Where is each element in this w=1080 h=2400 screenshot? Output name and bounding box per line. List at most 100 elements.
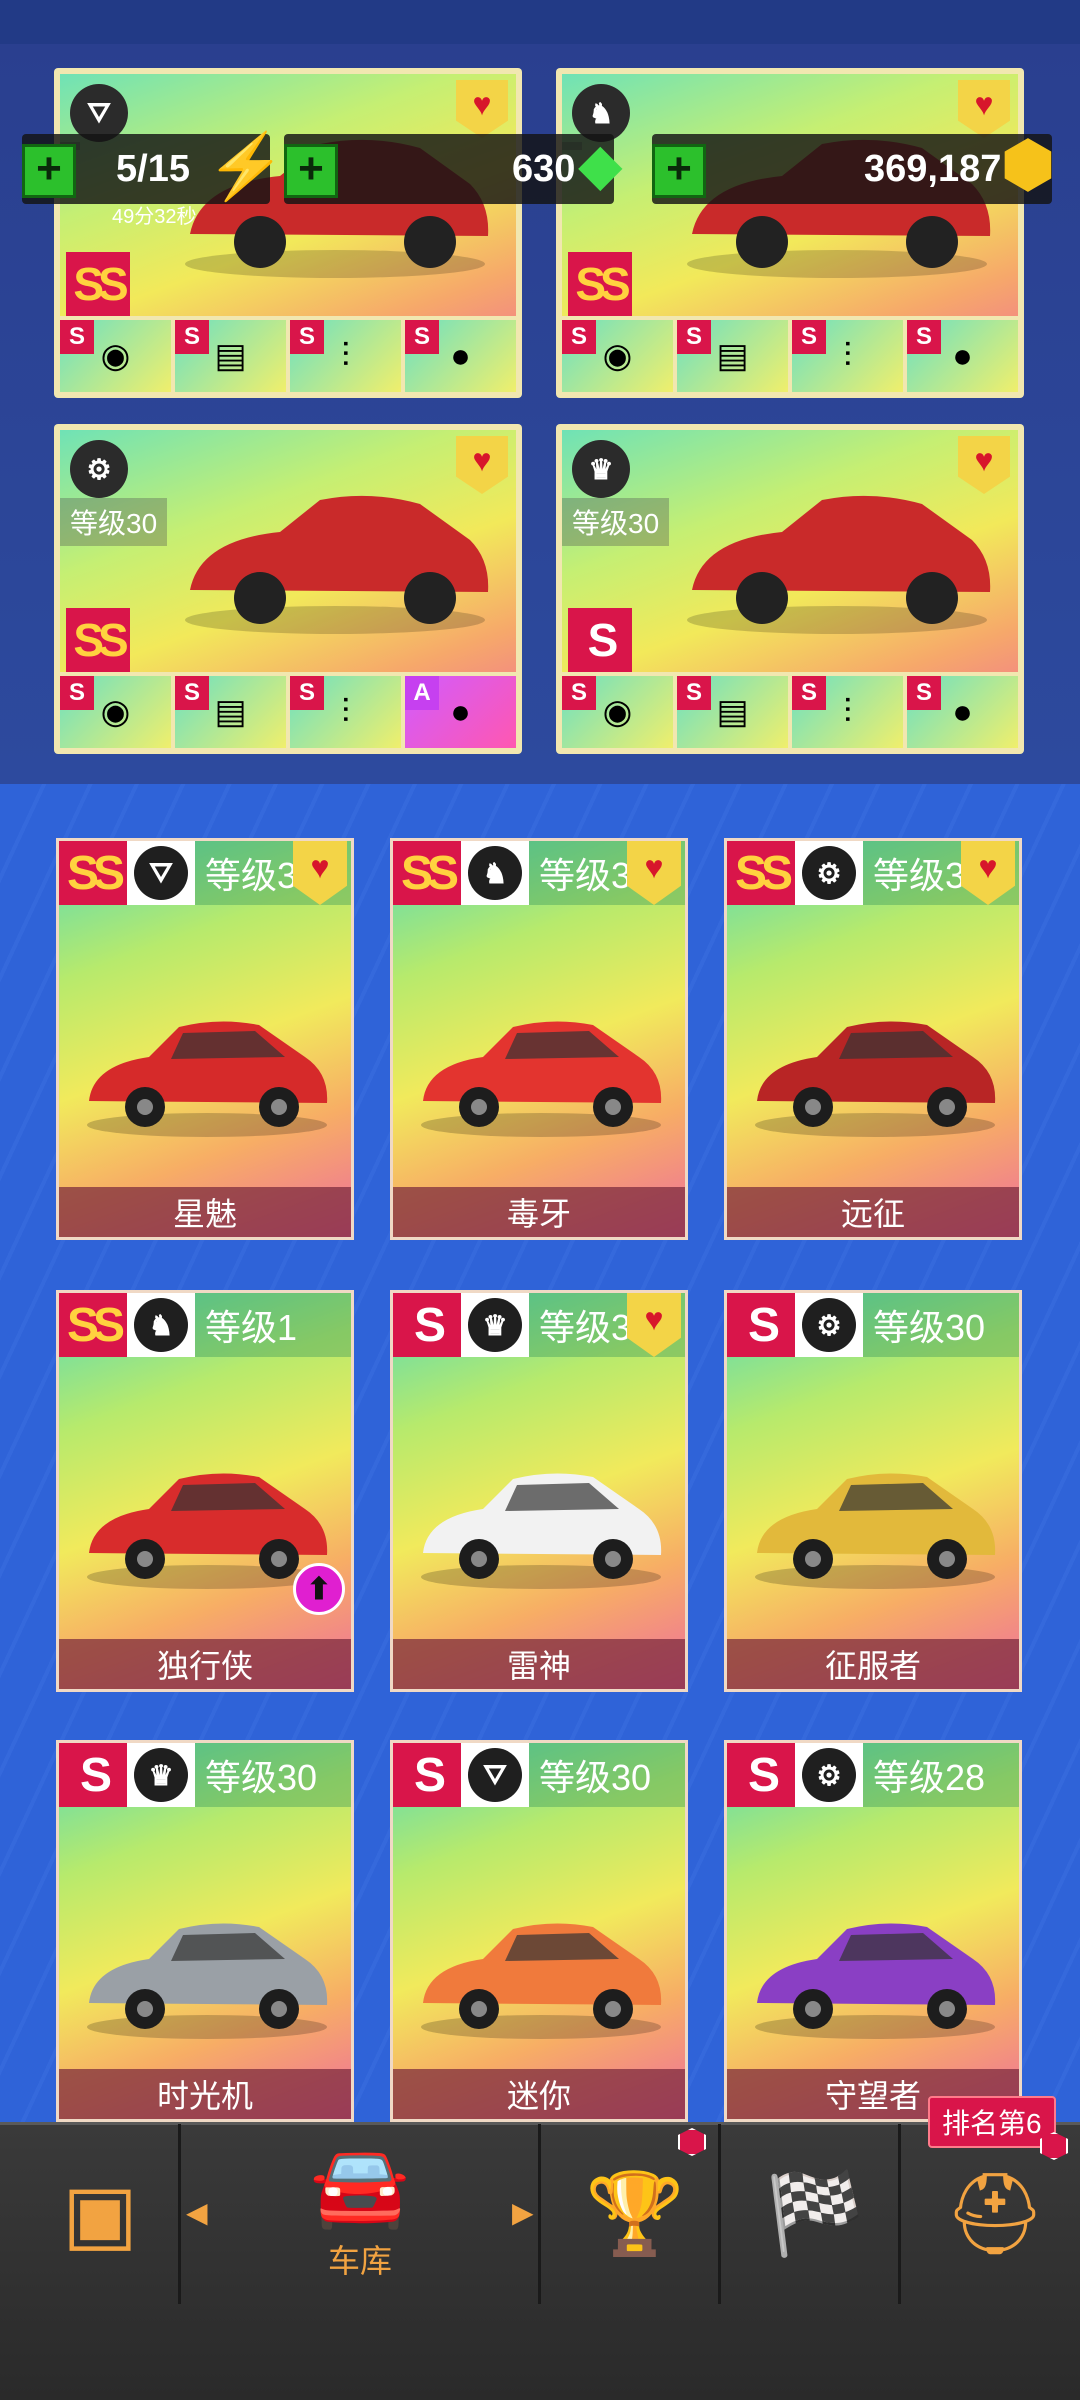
garage-car-card[interactable]: S ⚙ 等级30 征服者 — [724, 1290, 1022, 1692]
shop-box-icon: ▣ — [62, 2169, 138, 2258]
race-button[interactable]: 🏁 — [735, 2124, 895, 2304]
car-rank-badge: SS — [59, 841, 127, 905]
car-part-slot[interactable]: S ⫶ — [290, 676, 401, 748]
tire-icon: ● — [450, 692, 471, 731]
road-icon: ⛛ — [134, 846, 188, 900]
garage-car-card[interactable]: S ⚙ 等级28 守望者 — [724, 1740, 1022, 2122]
trophy-flag-icon: 🏆 — [585, 2169, 685, 2258]
tire-icon: ● — [952, 692, 973, 731]
add-fuel-button[interactable]: + — [22, 144, 76, 198]
garage-car-card[interactable]: S ♛ 等级30 时光机 — [56, 1740, 354, 2122]
car-name: 征服者 — [727, 1639, 1019, 1689]
fuel-value: 5/15 — [116, 148, 190, 190]
turbo-icon: ◉ — [602, 693, 633, 731]
checkered-flags-icon: 🏁 — [765, 2169, 865, 2258]
car-card-art: S ⚙ 等级28 守望者 — [727, 1743, 1019, 2119]
car-part-slot[interactable]: S ◉ — [60, 320, 171, 392]
car-part-slot[interactable]: S ◉ — [562, 676, 673, 748]
class-badge: ⛛ — [461, 1743, 529, 1807]
car-part-slot[interactable]: S ⫶ — [792, 676, 903, 748]
car-illustration — [421, 1923, 662, 2039]
car-part-slot[interactable]: S ▤ — [677, 676, 788, 748]
car-part-slot[interactable]: S ▤ — [175, 676, 286, 748]
shop-button[interactable]: ▣ — [20, 2124, 180, 2304]
ecu-icon: ▤ — [716, 693, 749, 731]
garage-car-card[interactable]: SS ♞ 等级1 ⬆ 独行侠 — [56, 1290, 354, 1692]
card-header: S ⚙ 等级28 — [727, 1743, 1019, 1807]
class-badge: ♞ — [461, 841, 529, 905]
car-part-slot[interactable]: A ● — [405, 676, 516, 748]
featured-car-art: ♛ 等级30 ♥ S S ◉ S ▤ S ⫶ S ● — [562, 430, 1018, 748]
featured-car-card[interactable]: ♞ ♥ SS S ◉ S ▤ S ⫶ S ● — [556, 68, 1024, 398]
garage-prev-arrow[interactable]: ◀ — [186, 2196, 208, 2229]
horse-icon: ♞ — [468, 846, 522, 900]
part-grade: S — [792, 676, 826, 710]
featured-car-card[interactable]: ⛛ ♥ SS S ◉ S ▤ S ⫶ S ● — [54, 68, 522, 398]
garage-car-card[interactable]: SS ♞ 等级3 ♥ 毒牙 — [390, 838, 688, 1240]
tire-icon: ● — [450, 336, 471, 375]
featured-car-art: ⛛ ♥ SS S ◉ S ▤ S ⫶ S ● — [60, 74, 516, 392]
car-card-art: S ♛ 等级30 时光机 — [59, 1743, 351, 2119]
garage-car-card[interactable]: S ♛ 等级3 ♥ 雷神 — [390, 1290, 688, 1692]
class-badge: ♛ — [127, 1743, 195, 1807]
car-name: 独行侠 — [59, 1639, 351, 1689]
car-rank-badge: SS — [66, 252, 130, 316]
garage-car-icon: 🚘 — [310, 2141, 410, 2230]
garage-next-arrow[interactable]: ▶ — [512, 2196, 534, 2229]
upgrade-arrow-icon[interactable]: ⬆ — [293, 1563, 345, 1615]
add-gems-button[interactable]: + — [284, 144, 338, 198]
car-card-art: S ♛ 等级3 ♥ 雷神 — [393, 1293, 685, 1689]
garage-tab[interactable]: 🚘 车库 — [230, 2124, 490, 2304]
car-name: 毒牙 — [393, 1187, 685, 1237]
gold-coin-icon: ⬢ — [1000, 128, 1056, 200]
car-card-art: S ⚙ 等级30 征服者 — [727, 1293, 1019, 1689]
class-badge: ⚙ — [795, 1743, 863, 1807]
garage-car-card[interactable]: SS ⛛ 等级3 ♥ 星魅 — [56, 838, 354, 1240]
car-part-slot[interactable]: S ⫶ — [792, 320, 903, 392]
parts-row: S ◉ S ▤ S ⫶ S ● — [562, 316, 1018, 392]
card-header: S ♛ 等级30 — [59, 1743, 351, 1807]
crown-icon: ♛ — [572, 440, 630, 498]
car-part-slot[interactable]: S ▤ — [175, 320, 286, 392]
car-part-slot[interactable]: S ● — [907, 676, 1018, 748]
car-level: 等级1 — [195, 1293, 351, 1357]
car-part-slot[interactable]: S ⫶ — [290, 320, 401, 392]
add-coins-button[interactable]: + — [652, 144, 706, 198]
car-rank-badge: SS — [568, 252, 632, 316]
car-part-slot[interactable]: S ◉ — [562, 320, 673, 392]
ecu-icon: ▤ — [214, 693, 247, 731]
wheel-icon: ⚙ — [802, 1748, 856, 1802]
car-name: 时光机 — [59, 2069, 351, 2119]
car-card-art: SS ⛛ 等级3 ♥ 星魅 — [59, 841, 351, 1237]
car-illustration — [755, 1473, 996, 1589]
car-part-slot[interactable]: S ▤ — [677, 320, 788, 392]
garage-car-card[interactable]: SS ⚙ 等级3 ♥ 远征 — [724, 838, 1022, 1240]
featured-car-card[interactable]: ♛ 等级30 ♥ S S ◉ S ▤ S ⫶ S ● — [556, 424, 1024, 754]
car-illustration — [755, 1021, 996, 1137]
garage-car-card[interactable]: S ⛛ 等级30 迷你 — [390, 1740, 688, 2122]
car-rank-badge: S — [727, 1743, 795, 1807]
car-name: 星魅 — [59, 1187, 351, 1237]
parts-row: S ◉ S ▤ S ⫶ S ● — [60, 316, 516, 392]
wheel-icon: ⚙ — [802, 846, 856, 900]
suspension-icon: ⫶ — [843, 336, 852, 375]
featured-car-art: ⚙ 等级30 ♥ SS S ◉ S ▤ S ⫶ A ● — [60, 430, 516, 748]
car-part-slot[interactable]: S ● — [907, 320, 1018, 392]
car-part-slot[interactable]: S ◉ — [60, 676, 171, 748]
featured-car-card[interactable]: ⚙ 等级30 ♥ SS S ◉ S ▤ S ⫶ A ● — [54, 424, 522, 754]
part-grade: S — [562, 320, 596, 354]
card-header: S ⛛ 等级30 — [393, 1743, 685, 1807]
car-illustration — [687, 495, 991, 634]
class-badge: ⛛ — [127, 841, 195, 905]
part-grade: S — [290, 320, 324, 354]
car-card-art: SS ♞ 等级3 ♥ 毒牙 — [393, 841, 685, 1237]
car-rank-badge: SS — [727, 841, 795, 905]
card-header: SS ♞ 等级1 — [59, 1293, 351, 1357]
car-rank-badge: S — [59, 1743, 127, 1807]
tire-icon: ● — [952, 336, 973, 375]
part-grade: S — [405, 320, 439, 354]
car-illustration — [755, 1923, 996, 2039]
car-part-slot[interactable]: S ● — [405, 320, 516, 392]
part-grade: A — [405, 676, 439, 710]
suspension-icon: ⫶ — [341, 692, 350, 731]
